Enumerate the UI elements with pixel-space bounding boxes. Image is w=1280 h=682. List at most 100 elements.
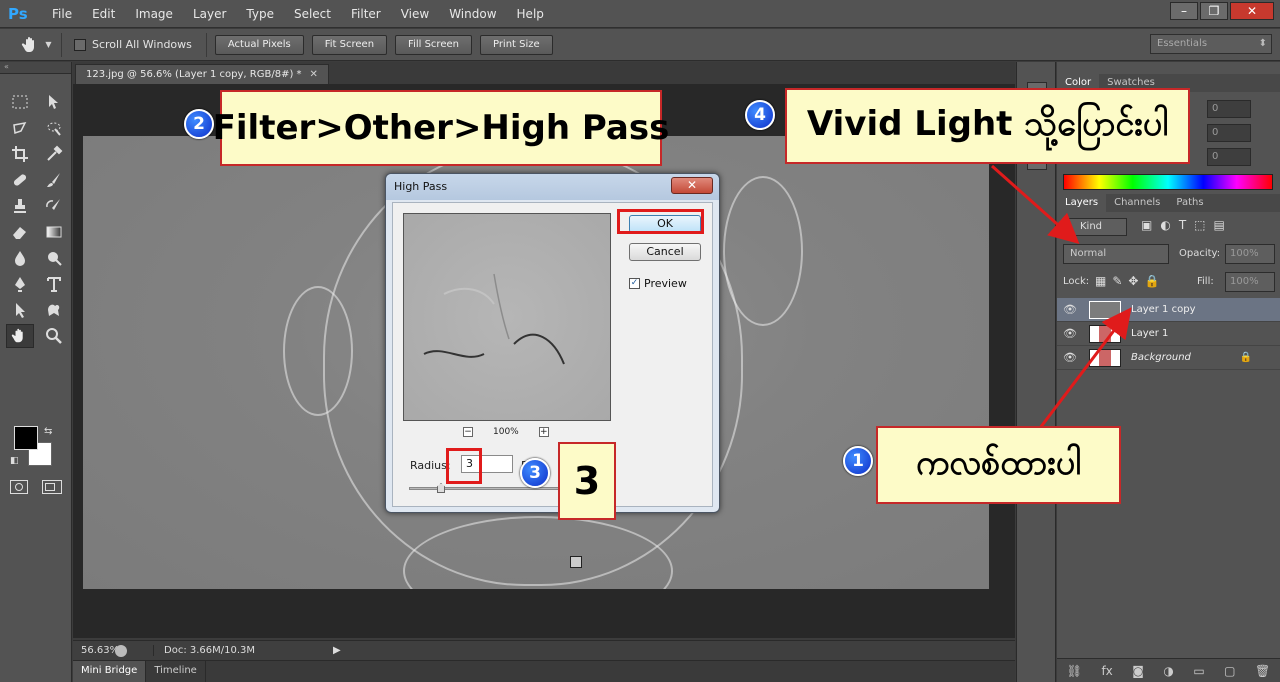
shape-tool[interactable] — [40, 298, 68, 322]
eraser-tool[interactable] — [6, 220, 34, 244]
crop-tool[interactable] — [6, 142, 34, 166]
zoom-out-button[interactable]: − — [463, 427, 473, 437]
eyedropper-tool[interactable] — [40, 142, 68, 166]
dialog-close-button[interactable]: ✕ — [671, 177, 713, 194]
filter-shape-icon[interactable]: ⬚ — [1194, 218, 1205, 232]
menu-type[interactable]: Type — [236, 0, 284, 28]
visibility-eye-icon[interactable]: 👁 — [1057, 327, 1083, 340]
tools-panel-header[interactable]: « — [0, 62, 71, 74]
type-tool[interactable] — [40, 272, 68, 296]
lock-position-icon[interactable]: ✥ — [1128, 274, 1138, 288]
visibility-eye-icon[interactable]: 👁 — [1057, 303, 1083, 316]
fit-screen-button[interactable]: Fit Screen — [311, 34, 388, 55]
default-colors-icon[interactable]: ◧ — [10, 456, 19, 466]
new-layer-icon[interactable]: ▢ — [1224, 664, 1235, 678]
fill-screen-button[interactable]: Fill Screen — [395, 34, 472, 55]
hand-tool-preset[interactable]: ▼ — [12, 32, 62, 57]
clone-stamp-tool[interactable] — [6, 194, 34, 218]
path-selection-tool[interactable] — [6, 298, 34, 322]
new-group-icon[interactable]: ▭ — [1193, 664, 1204, 678]
radius-slider-track[interactable] — [409, 487, 579, 490]
layer-kind-filter[interactable]: Kind — [1063, 218, 1127, 236]
menu-window[interactable]: Window — [439, 0, 506, 28]
link-layers-icon[interactable]: ⛓ — [1067, 664, 1082, 678]
zoom-tool[interactable] — [40, 324, 68, 348]
blend-mode-select[interactable]: Normal — [1063, 244, 1169, 264]
foreground-color-swatch[interactable] — [14, 426, 38, 450]
pen-tool[interactable] — [6, 272, 34, 296]
preview-option[interactable]: ✓ Preview — [629, 277, 687, 290]
layer-mask-icon[interactable]: ◙ — [1132, 664, 1144, 678]
tab-channels[interactable]: Channels — [1106, 194, 1168, 212]
layer-style-icon[interactable]: fx — [1101, 664, 1112, 678]
color-blue-field[interactable]: 0 — [1207, 148, 1251, 166]
tab-paths[interactable]: Paths — [1168, 194, 1211, 212]
radius-slider-handle[interactable] — [437, 483, 445, 493]
color-spectrum[interactable] — [1063, 174, 1273, 190]
tab-timeline[interactable]: Timeline — [146, 661, 206, 682]
blur-tool[interactable] — [6, 246, 34, 270]
screen-mode-button[interactable] — [42, 480, 62, 494]
tab-layers[interactable]: Layers — [1057, 194, 1107, 212]
adjustment-layer-icon[interactable]: ◑ — [1163, 664, 1173, 678]
opacity-input[interactable]: 100% — [1225, 244, 1275, 264]
menu-help[interactable]: Help — [507, 0, 554, 28]
menu-select[interactable]: Select — [284, 0, 341, 28]
filter-smart-object-icon[interactable]: ▤ — [1214, 218, 1225, 232]
layer-row-background[interactable]: 👁 Background 🔒 — [1057, 346, 1280, 370]
preview-checkbox[interactable]: ✓ — [629, 278, 640, 289]
menu-layer[interactable]: Layer — [183, 0, 236, 28]
print-size-button[interactable]: Print Size — [479, 34, 553, 55]
minimize-button[interactable]: – — [1170, 2, 1198, 20]
document-tab[interactable]: 123.jpg @ 56.6% (Layer 1 copy, RGB/8#) *… — [75, 64, 329, 84]
close-window-button[interactable]: ✕ — [1230, 2, 1274, 20]
menu-image[interactable]: Image — [125, 0, 183, 28]
dialog-title[interactable]: High Pass — [386, 174, 719, 200]
tab-mini-bridge[interactable]: Mini Bridge — [73, 661, 147, 682]
layer-row-layer-1-copy[interactable]: 👁 Layer 1 copy — [1057, 298, 1280, 322]
fill-input[interactable]: 100% — [1225, 272, 1275, 292]
restore-button[interactable]: ❐ — [1200, 2, 1228, 20]
status-info-icon[interactable] — [115, 644, 127, 657]
history-brush-tool[interactable] — [40, 194, 68, 218]
menu-file[interactable]: File — [42, 0, 82, 28]
lasso-tool[interactable] — [6, 116, 34, 140]
color-red-field[interactable]: 0 — [1207, 100, 1251, 118]
filter-type-icon[interactable]: T — [1179, 218, 1186, 232]
scroll-all-windows-checkbox[interactable] — [74, 38, 86, 51]
zoom-in-button[interactable]: + — [538, 427, 549, 437]
status-arrow-icon[interactable]: ▶ — [333, 645, 341, 656]
filter-adjustment-icon[interactable]: ◐ — [1160, 218, 1170, 232]
cancel-button[interactable]: Cancel — [629, 243, 701, 261]
trash-icon[interactable]: 🗑 — [1255, 664, 1270, 678]
gradient-tool[interactable] — [40, 220, 68, 244]
healing-brush-tool[interactable] — [6, 168, 34, 192]
brush-tool[interactable] — [40, 168, 68, 192]
color-green-field[interactable]: 0 — [1207, 124, 1251, 142]
menu-filter[interactable]: Filter — [341, 0, 391, 28]
workspace-select[interactable]: Essentials ⬍ — [1150, 34, 1272, 54]
menu-edit[interactable]: Edit — [82, 0, 125, 28]
hand-tool[interactable] — [6, 324, 34, 348]
visibility-eye-icon[interactable]: 👁 — [1057, 351, 1083, 364]
lock-all-icon[interactable]: 🔒 — [1144, 274, 1159, 288]
radius-label: Radius: — [410, 459, 451, 472]
swap-colors-icon[interactable]: ⇆ — [44, 426, 52, 437]
lock-transparency-icon[interactable]: ▦ — [1095, 274, 1106, 288]
dialog-body: − 100% + OK Cancel ✓ Preview Radius: 3 P… — [392, 202, 713, 507]
marquee-tool[interactable] — [6, 90, 34, 114]
move-tool[interactable] — [40, 90, 68, 114]
actual-pixels-button[interactable]: Actual Pixels — [214, 34, 304, 55]
menu-view[interactable]: View — [391, 0, 439, 28]
filter-pixel-icon[interactable]: ▣ — [1141, 218, 1152, 232]
zoom-level[interactable]: 56.63% — [73, 645, 119, 656]
quick-selection-tool[interactable] — [40, 116, 68, 140]
quick-mask-button[interactable] — [10, 480, 28, 494]
lock-icons: ▦ ✎ ✥ 🔒 — [1095, 274, 1159, 288]
close-tab-icon[interactable]: ✕ — [310, 69, 318, 80]
lock-pixels-icon[interactable]: ✎ — [1112, 274, 1122, 288]
layer-row-layer-1[interactable]: 👁 Layer 1 — [1057, 322, 1280, 346]
scroll-all-windows-option[interactable]: Scroll All Windows — [74, 38, 192, 51]
filter-preview[interactable] — [403, 213, 611, 421]
dodge-tool[interactable] — [40, 246, 68, 270]
